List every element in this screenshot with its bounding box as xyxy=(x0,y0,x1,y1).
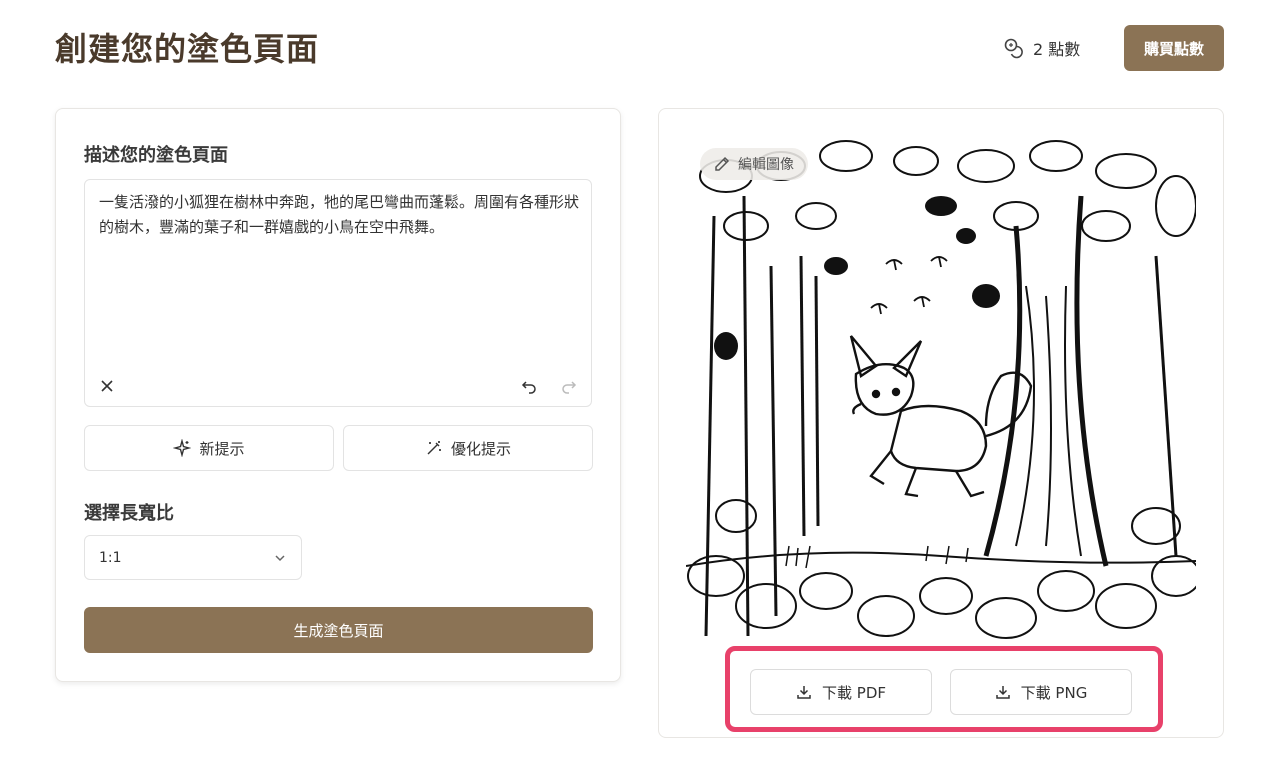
generate-button[interactable]: 生成塗色頁面 xyxy=(84,607,593,653)
pencil-icon xyxy=(715,156,730,171)
buy-credits-button[interactable]: 購買點數 xyxy=(1124,25,1224,71)
prompt-label: 描述您的塗色頁面 xyxy=(84,145,228,166)
download-icon xyxy=(995,686,1010,699)
aspect-ratio-value: 1:1 xyxy=(99,549,122,566)
download-png-button[interactable]: 下載 PNG xyxy=(950,669,1132,715)
magic-wand-icon xyxy=(427,441,441,455)
download-icon xyxy=(797,686,811,699)
fox-coloring-illustration xyxy=(686,140,1196,639)
clear-icon[interactable] xyxy=(99,378,115,394)
edit-image-button[interactable]: 編輯圖像 xyxy=(700,148,808,180)
download-pdf-button[interactable]: 下載 PDF xyxy=(750,669,932,715)
new-prompt-button[interactable]: 新提示 xyxy=(84,425,334,471)
undo-icon[interactable] xyxy=(521,378,537,394)
credits-display: 2 點數 xyxy=(1003,36,1080,60)
page-title: 創建您的塗色頁面 xyxy=(55,30,320,68)
credits-count: 2 點數 xyxy=(1033,40,1081,59)
preview-card: 編輯圖像 下載 PDF 下載 PNG xyxy=(658,108,1224,738)
chevron-down-icon xyxy=(275,554,285,561)
aspect-ratio-select[interactable]: 1:1 xyxy=(84,535,302,580)
download-png-label: 下載 PNG xyxy=(1020,683,1088,702)
optimize-prompt-label: 優化提示 xyxy=(450,439,511,458)
new-prompt-label: 新提示 xyxy=(199,439,245,458)
prompt-form-card: 描述您的塗色頁面 一隻活潑的小狐狸在樹林中奔跑，牠的尾巴彎曲而蓬鬆。周圍有各種形… xyxy=(55,108,621,682)
prompt-textarea[interactable]: 一隻活潑的小狐狸在樹林中奔跑，牠的尾巴彎曲而蓬鬆。周圍有各種形狀的樹木，豐滿的葉… xyxy=(84,179,592,407)
redo-icon[interactable] xyxy=(561,378,577,394)
aspect-ratio-label: 選擇長寬比 xyxy=(84,503,174,524)
download-pdf-label: 下載 PDF xyxy=(822,683,886,702)
download-buttons-highlight: 下載 PDF 下載 PNG xyxy=(725,646,1163,732)
coloring-page-image: 編輯圖像 xyxy=(686,136,1196,646)
prompt-text[interactable]: 一隻活潑的小狐狸在樹林中奔跑，牠的尾巴彎曲而蓬鬆。周圍有各種形狀的樹木，豐滿的葉… xyxy=(99,190,579,240)
coins-icon xyxy=(1004,38,1023,59)
sparkle-icon xyxy=(173,439,192,457)
edit-image-label: 編輯圖像 xyxy=(738,157,794,173)
optimize-prompt-button[interactable]: 優化提示 xyxy=(343,425,593,471)
